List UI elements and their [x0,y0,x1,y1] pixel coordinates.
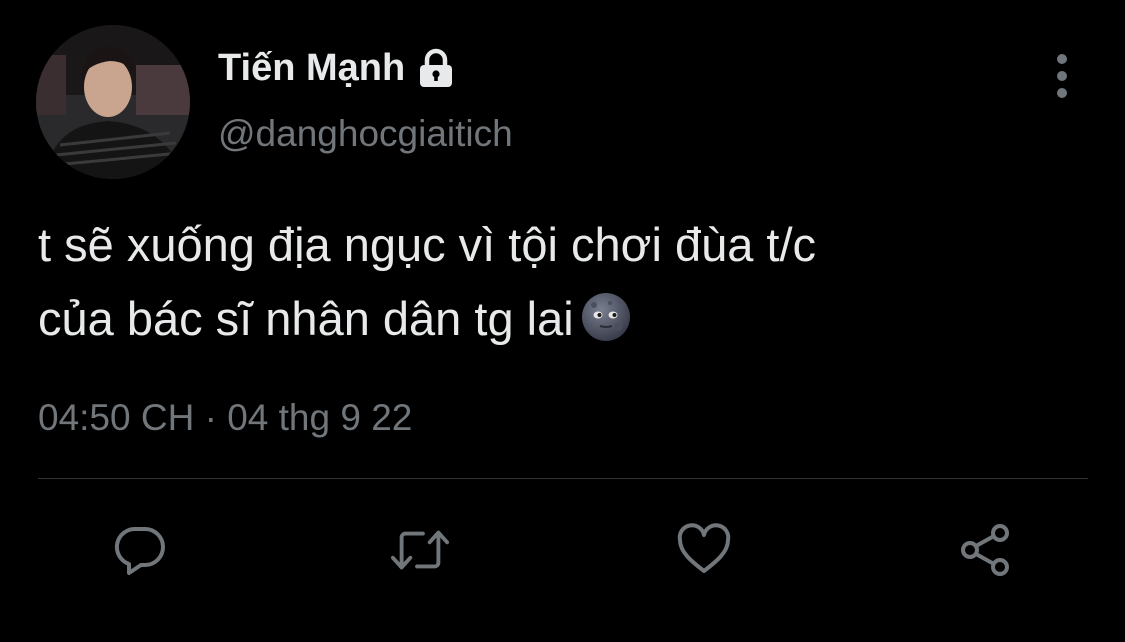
retweet-icon[interactable] [390,520,450,580]
tweet-line-2-text: của bác sĩ nhân dân tg lai [38,292,574,345]
tweet-timestamp[interactable]: 04:50 CH · 04 thg 9 22 [38,394,412,442]
user-handle[interactable]: @danghocgiaitich [218,110,513,158]
avatar[interactable] [36,25,190,179]
more-dot [1057,71,1067,81]
divider [38,478,1088,479]
lock-icon [415,47,457,89]
tweet-text: t sẽ xuống địa ngục vì tội chơi đùa t/c … [38,208,1088,356]
new-moon-face-icon [580,290,632,342]
share-icon[interactable] [955,520,1015,580]
tweet-line-1: t sẽ xuống địa ngục vì tội chơi đùa t/c [38,218,817,271]
display-name-text: Tiến Mạnh [218,47,406,89]
more-dot [1057,54,1067,64]
reply-icon[interactable] [110,520,170,580]
display-name[interactable]: Tiến Mạnh [218,44,457,92]
more-dot [1057,88,1067,98]
like-icon[interactable] [674,520,734,580]
more-options-icon[interactable] [1044,54,1080,98]
tweet-line-2: của bác sĩ nhân dân tg lai [38,282,1088,356]
